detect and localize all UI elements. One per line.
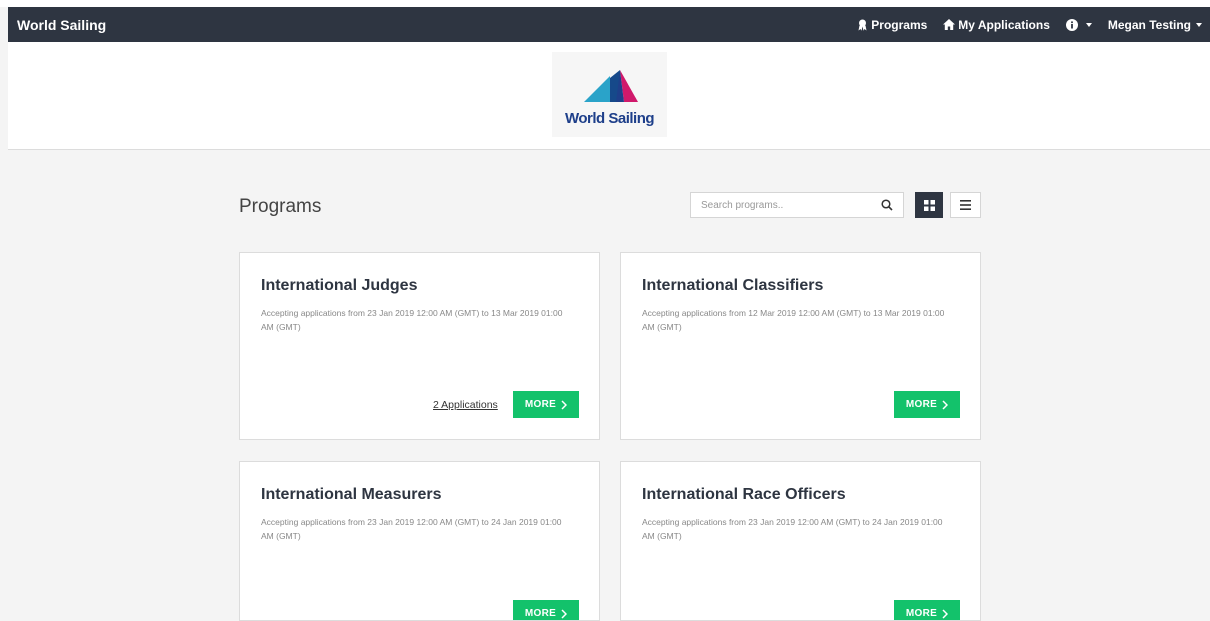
nav-right-group: Programs My Applications Megan Testing <box>849 7 1210 42</box>
top-navbar: World Sailing Programs My Applications M… <box>8 7 1210 42</box>
nav-programs[interactable]: Programs <box>849 18 935 32</box>
logo-text: World Sailing <box>564 110 655 127</box>
applications-link[interactable]: 2 Applications <box>433 399 498 411</box>
chevron-down-icon <box>1085 22 1092 27</box>
program-description: Accepting applications from 23 Jan 2019 … <box>642 517 943 541</box>
program-title[interactable]: International Measurers <box>261 486 442 504</box>
chevron-right-icon <box>561 608 568 619</box>
page-title: Programs <box>239 196 322 217</box>
more-button-label: MORE <box>524 399 557 410</box>
user-name: Megan Testing <box>1107 17 1191 32</box>
search-icon[interactable] <box>881 199 893 211</box>
program-description: Accepting applications from 12 Mar 2019 … <box>642 308 945 332</box>
program-card: International Measurers Accepting applic… <box>239 461 600 621</box>
grid-icon <box>923 199 935 211</box>
search-box <box>690 192 904 218</box>
program-description: Accepting applications from 23 Jan 2019 … <box>261 517 562 541</box>
more-button-label: MORE <box>905 608 938 619</box>
window-top-margin <box>0 0 1210 7</box>
more-button-label: MORE <box>524 608 557 619</box>
nav-info-dropdown[interactable] <box>1058 18 1100 31</box>
award-icon <box>858 19 867 31</box>
nav-user-dropdown[interactable]: Megan Testing <box>1100 18 1210 32</box>
sail-logo-icon <box>583 70 638 102</box>
more-button[interactable]: MORE <box>894 600 960 620</box>
search-input[interactable] <box>691 192 873 218</box>
program-title[interactable]: International Judges <box>261 277 417 295</box>
program-card: International Race Officers Accepting ap… <box>620 461 981 621</box>
chevron-right-icon <box>561 399 568 410</box>
main-content: Programs International Judges Accepting … <box>8 150 1210 621</box>
page-header: World Sailing <box>8 42 1210 150</box>
chevron-right-icon <box>942 608 949 619</box>
brand-link[interactable]: World Sailing <box>17 17 106 33</box>
world-sailing-logo[interactable]: World Sailing <box>552 52 667 137</box>
grid-view-button[interactable] <box>915 192 943 218</box>
more-button-label: MORE <box>905 399 938 410</box>
nav-my-applications[interactable]: My Applications <box>935 18 1058 32</box>
more-button[interactable]: MORE <box>513 391 579 418</box>
info-icon <box>1065 18 1078 31</box>
list-view-button[interactable] <box>950 192 981 218</box>
chevron-right-icon <box>942 399 949 410</box>
program-title[interactable]: International Race Officers <box>642 486 846 504</box>
home-icon <box>943 19 956 30</box>
list-icon <box>960 200 971 210</box>
chevron-down-icon <box>1196 22 1202 27</box>
nav-my-applications-label: My Applications <box>958 17 1050 32</box>
nav-programs-label: Programs <box>871 17 928 32</box>
program-card: International Classifiers Accepting appl… <box>620 252 981 440</box>
more-button[interactable]: MORE <box>894 391 960 418</box>
more-button[interactable]: MORE <box>513 600 579 620</box>
program-description: Accepting applications from 23 Jan 2019 … <box>261 308 563 332</box>
program-card: International Judges Accepting applicati… <box>239 252 600 440</box>
program-title[interactable]: International Classifiers <box>642 277 823 295</box>
